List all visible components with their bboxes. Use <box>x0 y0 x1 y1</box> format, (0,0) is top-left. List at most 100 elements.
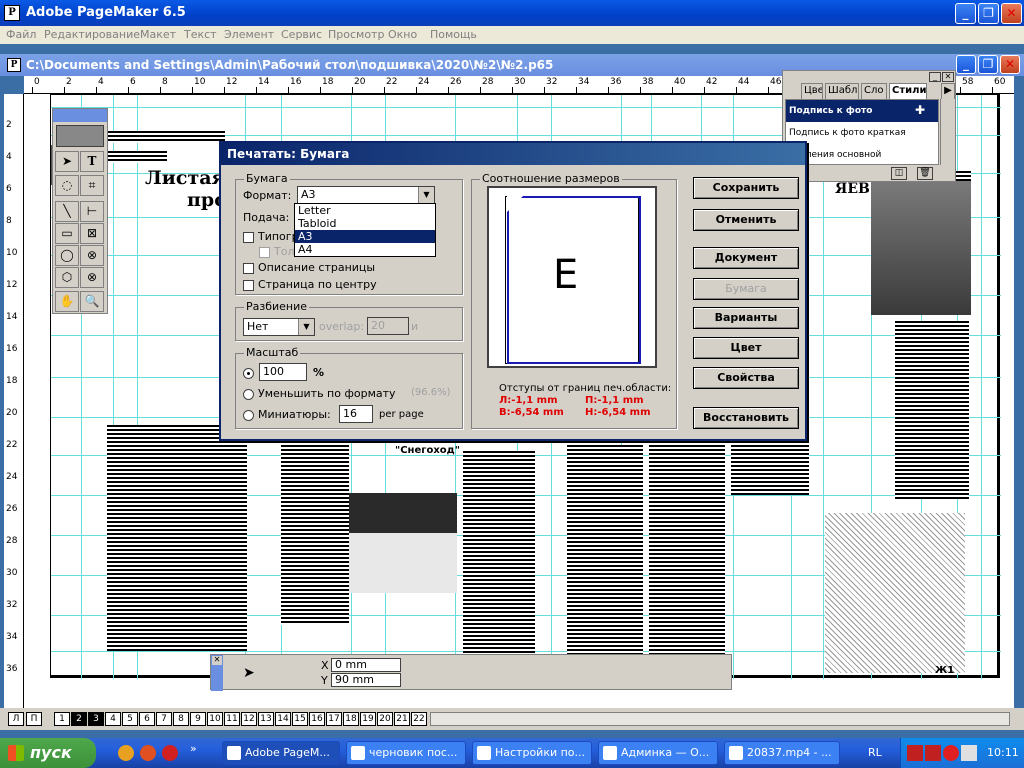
page-icon-5[interactable]: 5 <box>122 712 138 726</box>
doc-restore-icon[interactable]: ❐ <box>978 55 998 74</box>
format-select[interactable]: A3 ▼ <box>297 186 435 204</box>
clock[interactable]: 10:11 <box>987 746 1019 759</box>
reduce-to-fit-radio[interactable] <box>243 389 254 400</box>
menu-view[interactable]: Просмотр <box>328 28 384 41</box>
start-button[interactable]: пуск <box>0 738 96 768</box>
palette-close-icon[interactable]: ✕ <box>942 72 954 82</box>
page-icon-13[interactable]: 13 <box>258 712 274 726</box>
palette-menu-arrow-icon[interactable]: ▶ <box>941 83 955 99</box>
menu-help[interactable]: Помощь <box>430 28 477 41</box>
menu-window[interactable]: Окно <box>388 28 417 41</box>
tray-app-icon[interactable] <box>925 745 941 761</box>
only-checkbox[interactable] <box>259 247 270 258</box>
constrained-line-tool-icon[interactable]: ⊢ <box>80 201 104 222</box>
control-palette-close-icon[interactable]: ✕ <box>212 656 222 665</box>
text-column[interactable] <box>281 425 349 625</box>
page-info-label[interactable]: Описание страницы <box>258 261 375 274</box>
map-image[interactable] <box>825 513 965 673</box>
page-icon-11[interactable]: 11 <box>224 712 240 726</box>
rotate-tool-icon[interactable]: ◌ <box>55 175 79 196</box>
scale-percent-field[interactable]: 100 <box>259 363 307 381</box>
overlap-field[interactable]: 20 <box>367 317 409 335</box>
options-button[interactable]: Варианты <box>693 307 799 329</box>
tab-styles[interactable]: Стили <box>889 83 927 99</box>
crop-tool-icon[interactable]: ⌗ <box>80 175 104 196</box>
line-tool-icon[interactable]: ╲ <box>55 201 79 222</box>
paper-button[interactable]: Бумага <box>693 278 799 300</box>
tab-layers[interactable]: Сло <box>861 83 887 99</box>
quicklaunch-more-icon[interactable]: » <box>190 742 197 755</box>
restore-button[interactable]: Восстановить <box>693 407 799 429</box>
master-page-right[interactable]: П <box>26 712 42 726</box>
heading-right[interactable]: ЯЕВ <box>835 181 870 197</box>
page-icon-20[interactable]: 20 <box>377 712 393 726</box>
photo-caption[interactable]: "Снегоход" <box>395 445 460 456</box>
page-icon-7[interactable]: 7 <box>156 712 172 726</box>
page-icon-4[interactable]: 4 <box>105 712 121 726</box>
reduce-to-fit-label[interactable]: Уменьшить по формату <box>258 387 396 400</box>
doc-close-icon[interactable]: ✕ <box>1000 55 1020 74</box>
task-pagemaker[interactable]: Adobe PageM... <box>222 741 340 765</box>
tray-app-icon[interactable] <box>907 745 923 761</box>
text-block[interactable] <box>107 151 167 163</box>
format-option[interactable]: A4 <box>295 243 435 256</box>
page-info-checkbox[interactable] <box>243 263 254 274</box>
tray-opera-icon[interactable] <box>943 745 959 761</box>
menu-edit[interactable]: Редактирование <box>44 28 140 41</box>
task-word[interactable]: черновик пос... <box>346 741 466 765</box>
tab-colors[interactable]: Цвет <box>801 83 823 99</box>
master-page-left[interactable]: Л <box>8 712 24 726</box>
palette-minimize-icon[interactable]: _ <box>929 72 941 82</box>
format-option[interactable]: Letter <box>295 204 435 217</box>
printer-marks-checkbox[interactable] <box>243 232 254 243</box>
trash-icon[interactable]: 🗑 <box>917 167 933 180</box>
scale-percent-radio[interactable] <box>243 368 254 379</box>
page-icon-21[interactable]: 21 <box>394 712 410 726</box>
page-icon-8[interactable]: 8 <box>173 712 189 726</box>
pagemaker-icon[interactable]: P <box>4 5 20 21</box>
tab-masters[interactable]: Шабл <box>825 83 859 99</box>
page-icon-1[interactable]: 1 <box>54 712 70 726</box>
menu-layout[interactable]: Макет <box>140 28 176 41</box>
minimize-icon[interactable]: _ <box>955 3 976 24</box>
zoom-tool-icon[interactable]: 🔍 <box>80 291 104 312</box>
photo-people[interactable] <box>871 181 971 315</box>
text-tool-icon[interactable]: T <box>80 151 104 172</box>
new-style-icon[interactable]: ◫ <box>891 167 907 180</box>
text-block[interactable] <box>107 131 225 143</box>
page-icon-14[interactable]: 14 <box>275 712 291 726</box>
thumbnails-label[interactable]: Миниатюры: <box>258 408 331 421</box>
close-icon[interactable]: ✕ <box>1001 3 1022 24</box>
y-position-field[interactable]: 90 mm <box>331 673 401 687</box>
page-icon-9[interactable]: 9 <box>190 712 206 726</box>
page-icon-2[interactable]: 2 <box>71 712 87 726</box>
page-icon-16[interactable]: 16 <box>309 712 325 726</box>
text-column[interactable] <box>463 451 535 663</box>
center-page-label[interactable]: Страница по центру <box>258 278 377 291</box>
language-indicator[interactable]: RL <box>868 746 882 759</box>
page-icon-10[interactable]: 10 <box>207 712 223 726</box>
restore-icon[interactable]: ❐ <box>978 3 999 24</box>
page-icon-18[interactable]: 18 <box>343 712 359 726</box>
thumbnails-field[interactable]: 16 <box>339 405 373 423</box>
center-page-checkbox[interactable] <box>243 280 254 291</box>
text-column[interactable] <box>649 425 725 661</box>
tray-app-icon[interactable] <box>961 745 977 761</box>
format-option[interactable]: Tabloid <box>295 217 435 230</box>
ellipse-tool-icon[interactable]: ◯ <box>55 245 79 266</box>
format-option-selected[interactable]: A3 <box>295 230 435 243</box>
page-icon-3[interactable]: 3 <box>88 712 104 726</box>
snowmobile-photo[interactable] <box>349 493 457 593</box>
task-chrome[interactable]: Настройки по... <box>472 741 592 765</box>
menu-element[interactable]: Элемент <box>224 28 274 41</box>
ellipse-frame-tool-icon[interactable]: ⊗ <box>80 245 104 266</box>
doc-minimize-icon[interactable]: _ <box>956 55 976 74</box>
color-button[interactable]: Цвет <box>693 337 799 359</box>
rectangle-frame-tool-icon[interactable]: ⊠ <box>80 223 104 244</box>
page-icon-22[interactable]: 22 <box>411 712 427 726</box>
printer-marks-label[interactable]: Типогр <box>258 230 299 243</box>
text-column[interactable] <box>895 321 969 499</box>
task-media[interactable]: 20837.mp4 - ... <box>724 741 840 765</box>
opera-icon[interactable] <box>162 745 178 761</box>
style-item[interactable]: новления основной <box>786 144 938 164</box>
